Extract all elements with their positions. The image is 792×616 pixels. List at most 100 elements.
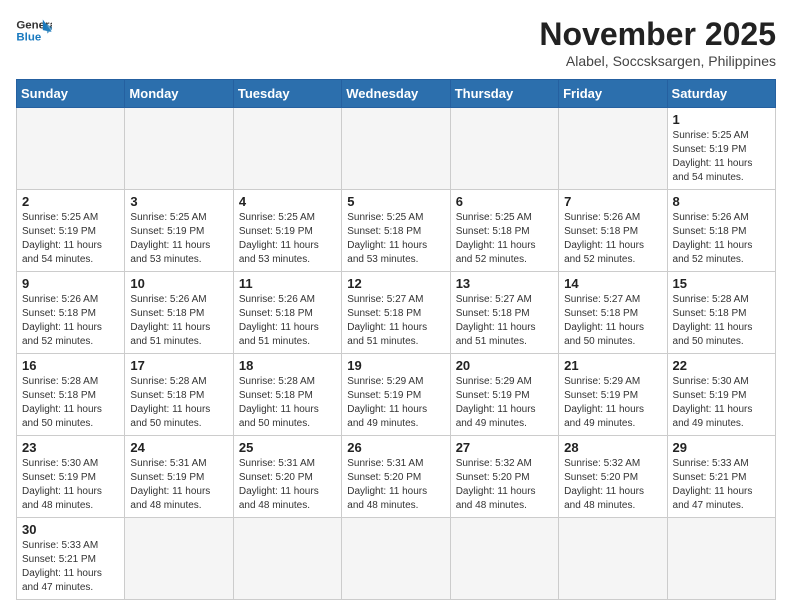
calendar-table: Sunday Monday Tuesday Wednesday Thursday…	[16, 79, 776, 600]
page-header: General Blue November 2025 Alabel, Soccs…	[16, 16, 776, 69]
table-row: 19Sunrise: 5:29 AM Sunset: 5:19 PM Dayli…	[342, 354, 450, 436]
table-row: 29 Sunrise: 5:33 AM Sunset: 5:21 PM Dayli…	[667, 436, 775, 518]
table-row: 20Sunrise: 5:29 AM Sunset: 5:19 PM Dayli…	[450, 354, 558, 436]
day-info: Sunrise: 5:27 AM Sunset: 5:18 PM Dayligh…	[564, 293, 661, 349]
calendar-week-row: 16 Sunrise: 5:28 AM Sunset: 5:18 PM Dayli…	[17, 354, 776, 436]
table-row: 22 Sunrise: 5:30 AM Sunset: 5:19 PM Dayli…	[667, 354, 775, 436]
day-number: 11	[239, 276, 336, 291]
table-row	[233, 518, 341, 600]
calendar-week-row: 9 Sunrise: 5:26 AM Sunset: 5:18 PM Daylig…	[17, 272, 776, 354]
day-info: Sunrise: 5:25 AM Sunset: 5:19 PM Dayligh…	[130, 211, 227, 267]
day-info: Sunrise: 5:25 AM Sunset: 5:18 PM Dayligh…	[456, 211, 553, 267]
day-info: Sunrise: 5:25 AM Sunset: 5:18 PM Dayligh…	[347, 211, 444, 267]
day-number: 30	[22, 522, 119, 537]
day-info: Sunrise: 5:27 AM Sunset: 5:18 PM Dayligh…	[456, 293, 553, 349]
day-number: 4	[239, 194, 336, 209]
table-row: 4 Sunrise: 5:25 AM Sunset: 5:19 PM Daylig…	[233, 190, 341, 272]
day-info: Sunrise: 5:33 AM Sunset: 5:21 PM Dayligh…	[22, 539, 119, 595]
table-row: 12Sunrise: 5:27 AM Sunset: 5:18 PM Dayli…	[342, 272, 450, 354]
table-row	[17, 108, 125, 190]
table-row	[125, 518, 233, 600]
day-number: 21	[564, 358, 661, 373]
day-number: 13	[456, 276, 553, 291]
day-info: Sunrise: 5:25 AM Sunset: 5:19 PM Dayligh…	[239, 211, 336, 267]
calendar-week-row: 23 Sunrise: 5:30 AM Sunset: 5:19 PM Dayli…	[17, 436, 776, 518]
table-row: 6 Sunrise: 5:25 AM Sunset: 5:18 PM Daylig…	[450, 190, 558, 272]
table-row: 28 Sunrise: 5:32 AM Sunset: 5:20 PM Dayli…	[559, 436, 667, 518]
day-info: Sunrise: 5:32 AM Sunset: 5:20 PM Dayligh…	[564, 457, 661, 513]
day-number: 29	[673, 440, 770, 455]
header-friday: Friday	[559, 80, 667, 108]
table-row: 8 Sunrise: 5:26 AM Sunset: 5:18 PM Daylig…	[667, 190, 775, 272]
day-number: 25	[239, 440, 336, 455]
svg-text:Blue: Blue	[16, 32, 41, 44]
table-row: 9 Sunrise: 5:26 AM Sunset: 5:18 PM Daylig…	[17, 272, 125, 354]
day-number: 22	[673, 358, 770, 373]
table-row: 2 Sunrise: 5:25 AM Sunset: 5:19 PM Daylig…	[17, 190, 125, 272]
day-info: Sunrise: 5:28 AM Sunset: 5:18 PM Dayligh…	[22, 375, 119, 431]
calendar-title-area: November 2025 Alabel, Soccsksargen, Phil…	[539, 16, 776, 69]
day-number: 18	[239, 358, 336, 373]
calendar-week-row: 2 Sunrise: 5:25 AM Sunset: 5:19 PM Daylig…	[17, 190, 776, 272]
day-number: 28	[564, 440, 661, 455]
table-row: 21 Sunrise: 5:29 AM Sunset: 5:19 PM Dayli…	[559, 354, 667, 436]
day-info: Sunrise: 5:31 AM Sunset: 5:19 PM Dayligh…	[130, 457, 227, 513]
day-info: Sunrise: 5:33 AM Sunset: 5:21 PM Dayligh…	[673, 457, 770, 513]
day-info: Sunrise: 5:26 AM Sunset: 5:18 PM Dayligh…	[564, 211, 661, 267]
day-info: Sunrise: 5:28 AM Sunset: 5:18 PM Dayligh…	[130, 375, 227, 431]
table-row: 5 Sunrise: 5:25 AM Sunset: 5:18 PM Daylig…	[342, 190, 450, 272]
day-number: 16	[22, 358, 119, 373]
day-info: Sunrise: 5:28 AM Sunset: 5:18 PM Dayligh…	[673, 293, 770, 349]
day-number: 14	[564, 276, 661, 291]
header-thursday: Thursday	[450, 80, 558, 108]
day-info: Sunrise: 5:31 AM Sunset: 5:20 PM Dayligh…	[347, 457, 444, 513]
day-number: 2	[22, 194, 119, 209]
day-info: Sunrise: 5:32 AM Sunset: 5:20 PM Dayligh…	[456, 457, 553, 513]
day-number: 1	[673, 112, 770, 127]
header-saturday: Saturday	[667, 80, 775, 108]
header-monday: Monday	[125, 80, 233, 108]
logo: General Blue	[16, 16, 52, 46]
day-info: Sunrise: 5:30 AM Sunset: 5:19 PM Dayligh…	[673, 375, 770, 431]
table-row: 16 Sunrise: 5:28 AM Sunset: 5:18 PM Dayli…	[17, 354, 125, 436]
table-row	[342, 108, 450, 190]
table-row	[450, 518, 558, 600]
day-number: 15	[673, 276, 770, 291]
day-info: Sunrise: 5:25 AM Sunset: 5:19 PM Dayligh…	[22, 211, 119, 267]
day-info: Sunrise: 5:31 AM Sunset: 5:20 PM Dayligh…	[239, 457, 336, 513]
day-info: Sunrise: 5:25 AM Sunset: 5:19 PM Dayligh…	[673, 129, 770, 185]
table-row: 14 Sunrise: 5:27 AM Sunset: 5:18 PM Dayli…	[559, 272, 667, 354]
day-number: 10	[130, 276, 227, 291]
table-row: 15 Sunrise: 5:28 AM Sunset: 5:18 PM Dayli…	[667, 272, 775, 354]
table-row	[559, 108, 667, 190]
table-row: 1 Sunrise: 5:25 AM Sunset: 5:19 PM Daylig…	[667, 108, 775, 190]
header-tuesday: Tuesday	[233, 80, 341, 108]
table-row: 30 Sunrise: 5:33 AM Sunset: 5:21 PM Dayli…	[17, 518, 125, 600]
day-info: Sunrise: 5:30 AM Sunset: 5:19 PM Dayligh…	[22, 457, 119, 513]
day-number: 23	[22, 440, 119, 455]
day-info: Sunrise: 5:29 AM Sunset: 5:19 PM Dayligh…	[456, 375, 553, 431]
day-info: Sunrise: 5:26 AM Sunset: 5:18 PM Dayligh…	[673, 211, 770, 267]
generalblue-logo-icon: General Blue	[16, 16, 52, 46]
day-info: Sunrise: 5:28 AM Sunset: 5:18 PM Dayligh…	[239, 375, 336, 431]
table-row	[125, 108, 233, 190]
day-number: 3	[130, 194, 227, 209]
day-number: 8	[673, 194, 770, 209]
day-number: 24	[130, 440, 227, 455]
day-number: 5	[347, 194, 444, 209]
table-row	[233, 108, 341, 190]
weekday-header-row: Sunday Monday Tuesday Wednesday Thursday…	[17, 80, 776, 108]
day-info: Sunrise: 5:29 AM Sunset: 5:19 PM Dayligh…	[564, 375, 661, 431]
table-row: 18 Sunrise: 5:28 AM Sunset: 5:18 PM Dayli…	[233, 354, 341, 436]
day-number: 9	[22, 276, 119, 291]
table-row: 3 Sunrise: 5:25 AM Sunset: 5:19 PM Daylig…	[125, 190, 233, 272]
header-wednesday: Wednesday	[342, 80, 450, 108]
table-row	[342, 518, 450, 600]
table-row: 7Sunrise: 5:26 AM Sunset: 5:18 PM Daylig…	[559, 190, 667, 272]
day-number: 19	[347, 358, 444, 373]
day-number: 17	[130, 358, 227, 373]
day-info: Sunrise: 5:26 AM Sunset: 5:18 PM Dayligh…	[22, 293, 119, 349]
day-number: 6	[456, 194, 553, 209]
header-sunday: Sunday	[17, 80, 125, 108]
location-subtitle: Alabel, Soccsksargen, Philippines	[539, 53, 776, 69]
